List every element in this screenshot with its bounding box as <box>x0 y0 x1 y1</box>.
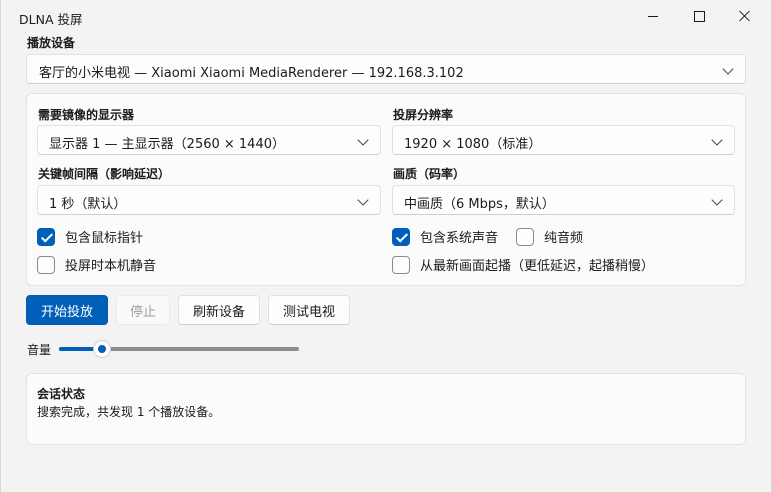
maximize-button[interactable] <box>676 0 722 32</box>
stop-button[interactable]: 停止 <box>116 295 170 325</box>
checkbox-checked-icon <box>392 227 410 246</box>
chevron-down-icon <box>357 194 369 206</box>
status-message: 搜索完成，共发现 1 个播放设备。 <box>37 405 221 419</box>
volume-label: 音量 <box>27 343 52 357</box>
include-system-audio-label: 包含系统声音 <box>420 231 499 246</box>
chevron-down-icon <box>722 63 734 75</box>
volume-slider-thumb[interactable] <box>93 340 112 358</box>
refresh-devices-button[interactable]: 刷新设备 <box>178 295 260 325</box>
settings-card: 需要镜像的显示器 显示器 1 — 主显示器（2560 × 1440） 投屏分辨率… <box>26 93 746 286</box>
keyframe-label: 关键帧间隔（影响延迟） <box>38 167 171 181</box>
title-bar: DLNA 投屏 <box>1 0 772 32</box>
close-button[interactable] <box>722 0 768 32</box>
display-select-value: 显示器 1 — 主显示器（2560 × 1440） <box>49 137 285 152</box>
audio-only-label: 纯音频 <box>544 231 584 246</box>
keyframe-select-value: 1 秒（默认） <box>49 197 127 212</box>
start-button[interactable]: 开始投放 <box>26 295 108 325</box>
mute-local-label: 投屏时本机静音 <box>65 259 157 274</box>
close-icon <box>739 10 751 22</box>
app-window: DLNA 投屏 播放设备 客厅的小米电视 — Xiaomi Xiaomi Med… <box>0 0 772 492</box>
mute-local-checkbox[interactable]: 投屏时本机静音 <box>37 255 156 274</box>
from-latest-frame-checkbox[interactable]: 从最新画面起播（更低延迟，起播稍慢） <box>392 255 654 274</box>
quality-select-value: 中画质（6 Mbps，默认） <box>404 197 555 212</box>
minimize-icon <box>648 15 658 17</box>
checkbox-checked-icon <box>37 227 55 246</box>
device-select[interactable]: 客厅的小米电视 — Xiaomi Xiaomi MediaRenderer — … <box>26 54 746 84</box>
display-select[interactable]: 显示器 1 — 主显示器（2560 × 1440） <box>37 125 381 155</box>
from-latest-frame-label: 从最新画面起播（更低延迟，起播稍慢） <box>420 259 655 274</box>
status-title: 会话状态 <box>37 387 86 401</box>
chevron-down-icon <box>711 134 723 146</box>
device-label: 播放设备 <box>27 36 76 50</box>
test-tv-button[interactable]: 测试电视 <box>268 295 350 325</box>
volume-slider[interactable] <box>59 340 299 358</box>
include-cursor-checkbox[interactable]: 包含鼠标指针 <box>37 227 143 246</box>
quality-select[interactable]: 中画质（6 Mbps，默认） <box>392 185 735 215</box>
keyframe-select[interactable]: 1 秒（默认） <box>37 185 381 215</box>
chevron-down-icon <box>711 194 723 206</box>
audio-only-checkbox[interactable]: 纯音频 <box>516 227 583 246</box>
include-system-audio-checkbox[interactable]: 包含系统声音 <box>392 227 498 246</box>
minimize-button[interactable] <box>630 0 676 32</box>
resolution-label: 投屏分辨率 <box>393 108 454 122</box>
checkbox-unchecked-icon <box>392 255 410 274</box>
window-title: DLNA 投屏 <box>19 12 83 27</box>
checkbox-unchecked-icon <box>516 227 534 246</box>
display-label: 需要镜像的显示器 <box>38 108 135 122</box>
resolution-select-value: 1920 × 1080（标准） <box>404 137 542 152</box>
quality-label: 画质（码率） <box>393 167 466 181</box>
resolution-select[interactable]: 1920 × 1080（标准） <box>392 125 735 155</box>
checkbox-unchecked-icon <box>37 255 55 274</box>
device-select-value: 客厅的小米电视 — Xiaomi Xiaomi MediaRenderer — … <box>39 66 464 81</box>
chevron-down-icon <box>357 134 369 146</box>
maximize-icon <box>693 10 705 22</box>
include-cursor-label: 包含鼠标指针 <box>65 231 144 246</box>
